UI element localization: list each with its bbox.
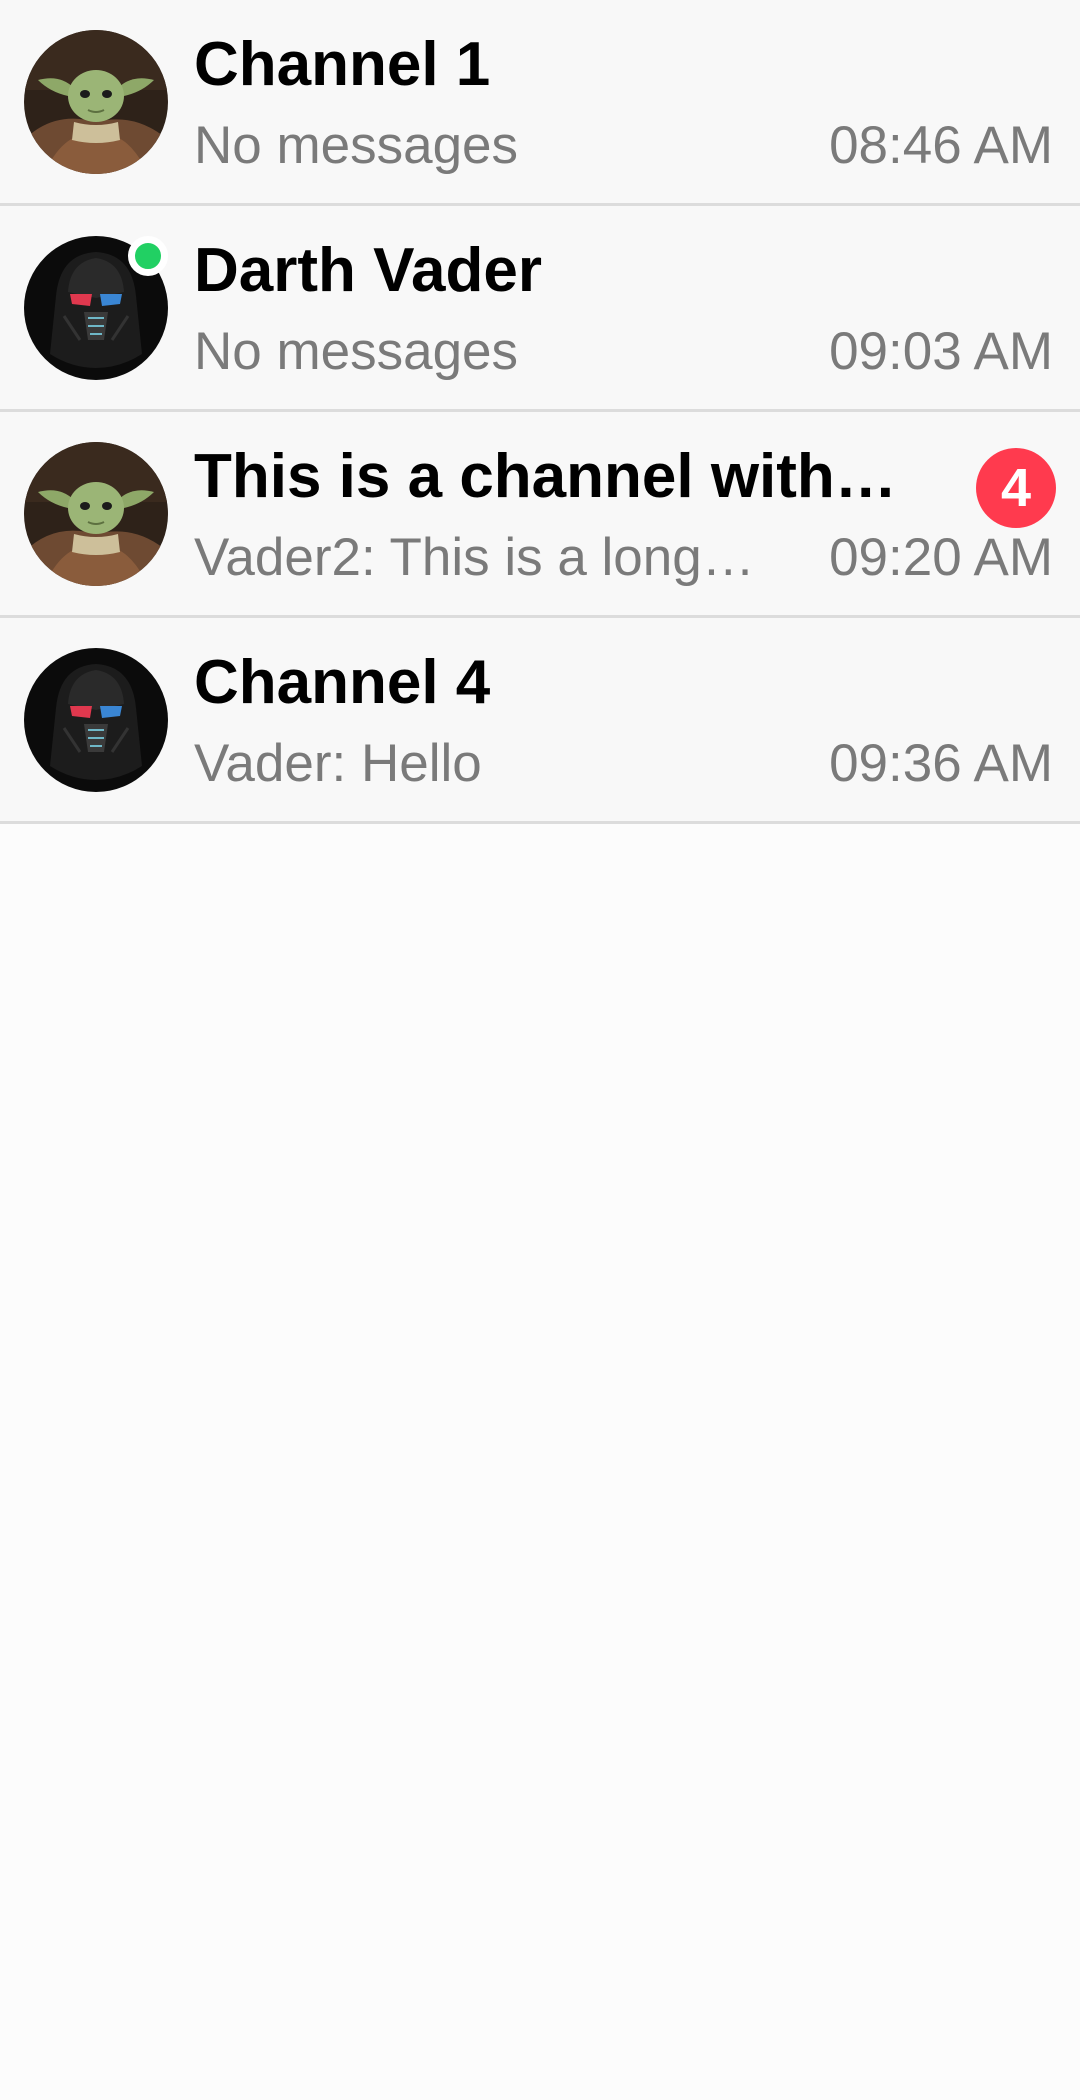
- empty-list-area: [0, 824, 1080, 2096]
- channel-avatar: [24, 648, 168, 792]
- last-message-preview: No messages: [194, 322, 519, 381]
- channel-name: Channel 4: [194, 648, 491, 717]
- unread-count-badge: 4: [976, 448, 1056, 528]
- message-timestamp: 08:46 AM: [829, 116, 1053, 175]
- last-message-preview: Vader: Hello: [194, 734, 482, 793]
- channel-avatar: [24, 236, 168, 380]
- channel-avatar: [24, 30, 168, 174]
- message-timestamp: 09:20 AM: [829, 528, 1053, 587]
- channel-row-channel-1[interactable]: Channel 1 No messages 08:46 AM: [0, 0, 1080, 206]
- message-timestamp: 09:36 AM: [829, 734, 1053, 793]
- channel-list: Channel 1 No messages 08:46 AM Darth Vad…: [0, 0, 1080, 824]
- yoda-avatar: [24, 30, 168, 174]
- message-timestamp: 09:03 AM: [829, 322, 1053, 381]
- last-message-preview: No messages: [194, 116, 519, 175]
- channel-avatar: [24, 442, 168, 586]
- channel-row-long-name[interactable]: This is a channel with… 4 Vader2: This i…: [0, 412, 1080, 618]
- channel-row-darth-vader[interactable]: Darth Vader No messages 09:03 AM: [0, 206, 1080, 412]
- channel-name: This is a channel with…: [194, 442, 897, 511]
- yoda-avatar: [24, 442, 168, 586]
- vader-avatar: [24, 648, 168, 792]
- online-status-indicator: [128, 236, 168, 276]
- last-message-preview: Vader2: This is a long…: [194, 528, 755, 587]
- channel-row-channel-4[interactable]: Channel 4 Vader: Hello 09:36 AM: [0, 618, 1080, 824]
- channel-name: Channel 1: [194, 30, 491, 99]
- channel-name: Darth Vader: [194, 236, 543, 305]
